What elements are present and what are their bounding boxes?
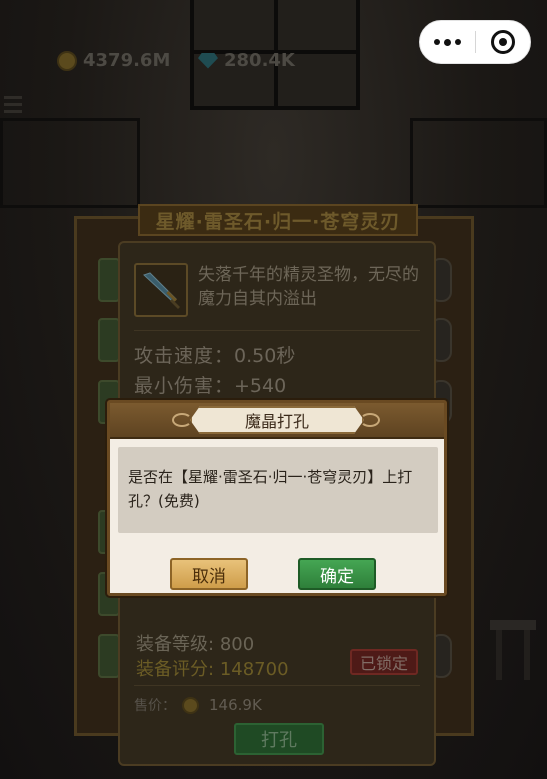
diamond-icon bbox=[198, 52, 218, 69]
gold-coin-icon bbox=[182, 696, 199, 714]
sell-price: 售价： 146.9K bbox=[134, 695, 262, 715]
drill-button[interactable]: 打孔 bbox=[234, 723, 324, 755]
stat-label: 最小伤害： bbox=[134, 375, 235, 397]
stat-value: +540 bbox=[234, 375, 287, 397]
dialog-message: 是否在【星耀·雷圣石·归一·苍穹灵刃】上打孔？(免费) bbox=[118, 447, 438, 533]
gem-counter: 280.4K bbox=[198, 50, 295, 71]
more-dots-icon[interactable] bbox=[420, 20, 475, 64]
stool-decoration bbox=[490, 620, 536, 680]
dialog-title: 魔晶打孔 bbox=[190, 406, 364, 434]
drill-confirm-dialog: 魔晶打孔 是否在【星耀·雷圣石·归一·苍穹灵刃】上打孔？(免费) 取消 确定 bbox=[107, 400, 447, 596]
background-shelf bbox=[0, 118, 140, 208]
price-label: 售价： bbox=[134, 698, 176, 714]
ornament-icon bbox=[360, 413, 380, 427]
game-screen: 4379.6M 280.4K 星耀·雷圣石·归一·苍穹灵刃 失落千年的精灵圣物，… bbox=[0, 0, 547, 779]
equipment-score: 装备评分: 148700 bbox=[136, 655, 289, 681]
score-value: 148700 bbox=[219, 659, 289, 680]
cancel-button[interactable]: 取消 bbox=[170, 558, 248, 590]
price-value: 146.9K bbox=[209, 696, 262, 714]
ornament-icon bbox=[172, 413, 192, 427]
equipment-slot[interactable] bbox=[98, 634, 120, 678]
locked-badge[interactable]: 已锁定 bbox=[350, 649, 418, 675]
level-label: 装备等级: bbox=[136, 634, 215, 655]
item-description: 失落千年的精灵圣物，无尽的魔力自其内溢出 bbox=[198, 265, 419, 309]
stat-attack-speed: 攻击速度：0.50秒 bbox=[134, 341, 295, 368]
close-target-icon[interactable] bbox=[476, 20, 530, 64]
equipment-level: 装备等级: 800 bbox=[136, 630, 254, 656]
equipment-title: 星耀·雷圣石·归一·苍穹灵刃 bbox=[138, 204, 418, 236]
menu-icon[interactable] bbox=[4, 96, 22, 117]
miniprogram-capsule bbox=[419, 20, 531, 64]
gold-counter: 4379.6M bbox=[57, 50, 170, 71]
sword-icon bbox=[134, 263, 188, 317]
background-shelf bbox=[410, 118, 547, 208]
stat-label: 攻击速度： bbox=[134, 345, 235, 367]
confirm-button[interactable]: 确定 bbox=[298, 558, 376, 590]
equipment-slot[interactable] bbox=[98, 258, 120, 302]
stat-min-damage: 最小伤害：+540 bbox=[134, 371, 286, 398]
gold-coin-icon bbox=[57, 50, 77, 71]
dialog-header: 魔晶打孔 bbox=[110, 403, 444, 439]
score-label: 装备评分: bbox=[136, 659, 215, 680]
divider bbox=[134, 330, 420, 331]
stat-value: 0.50秒 bbox=[234, 345, 296, 367]
divider bbox=[134, 685, 420, 686]
equipment-slot[interactable] bbox=[98, 318, 120, 362]
gem-value: 280.4K bbox=[224, 50, 295, 71]
gold-value: 4379.6M bbox=[83, 50, 171, 71]
level-value: 800 bbox=[219, 634, 255, 655]
